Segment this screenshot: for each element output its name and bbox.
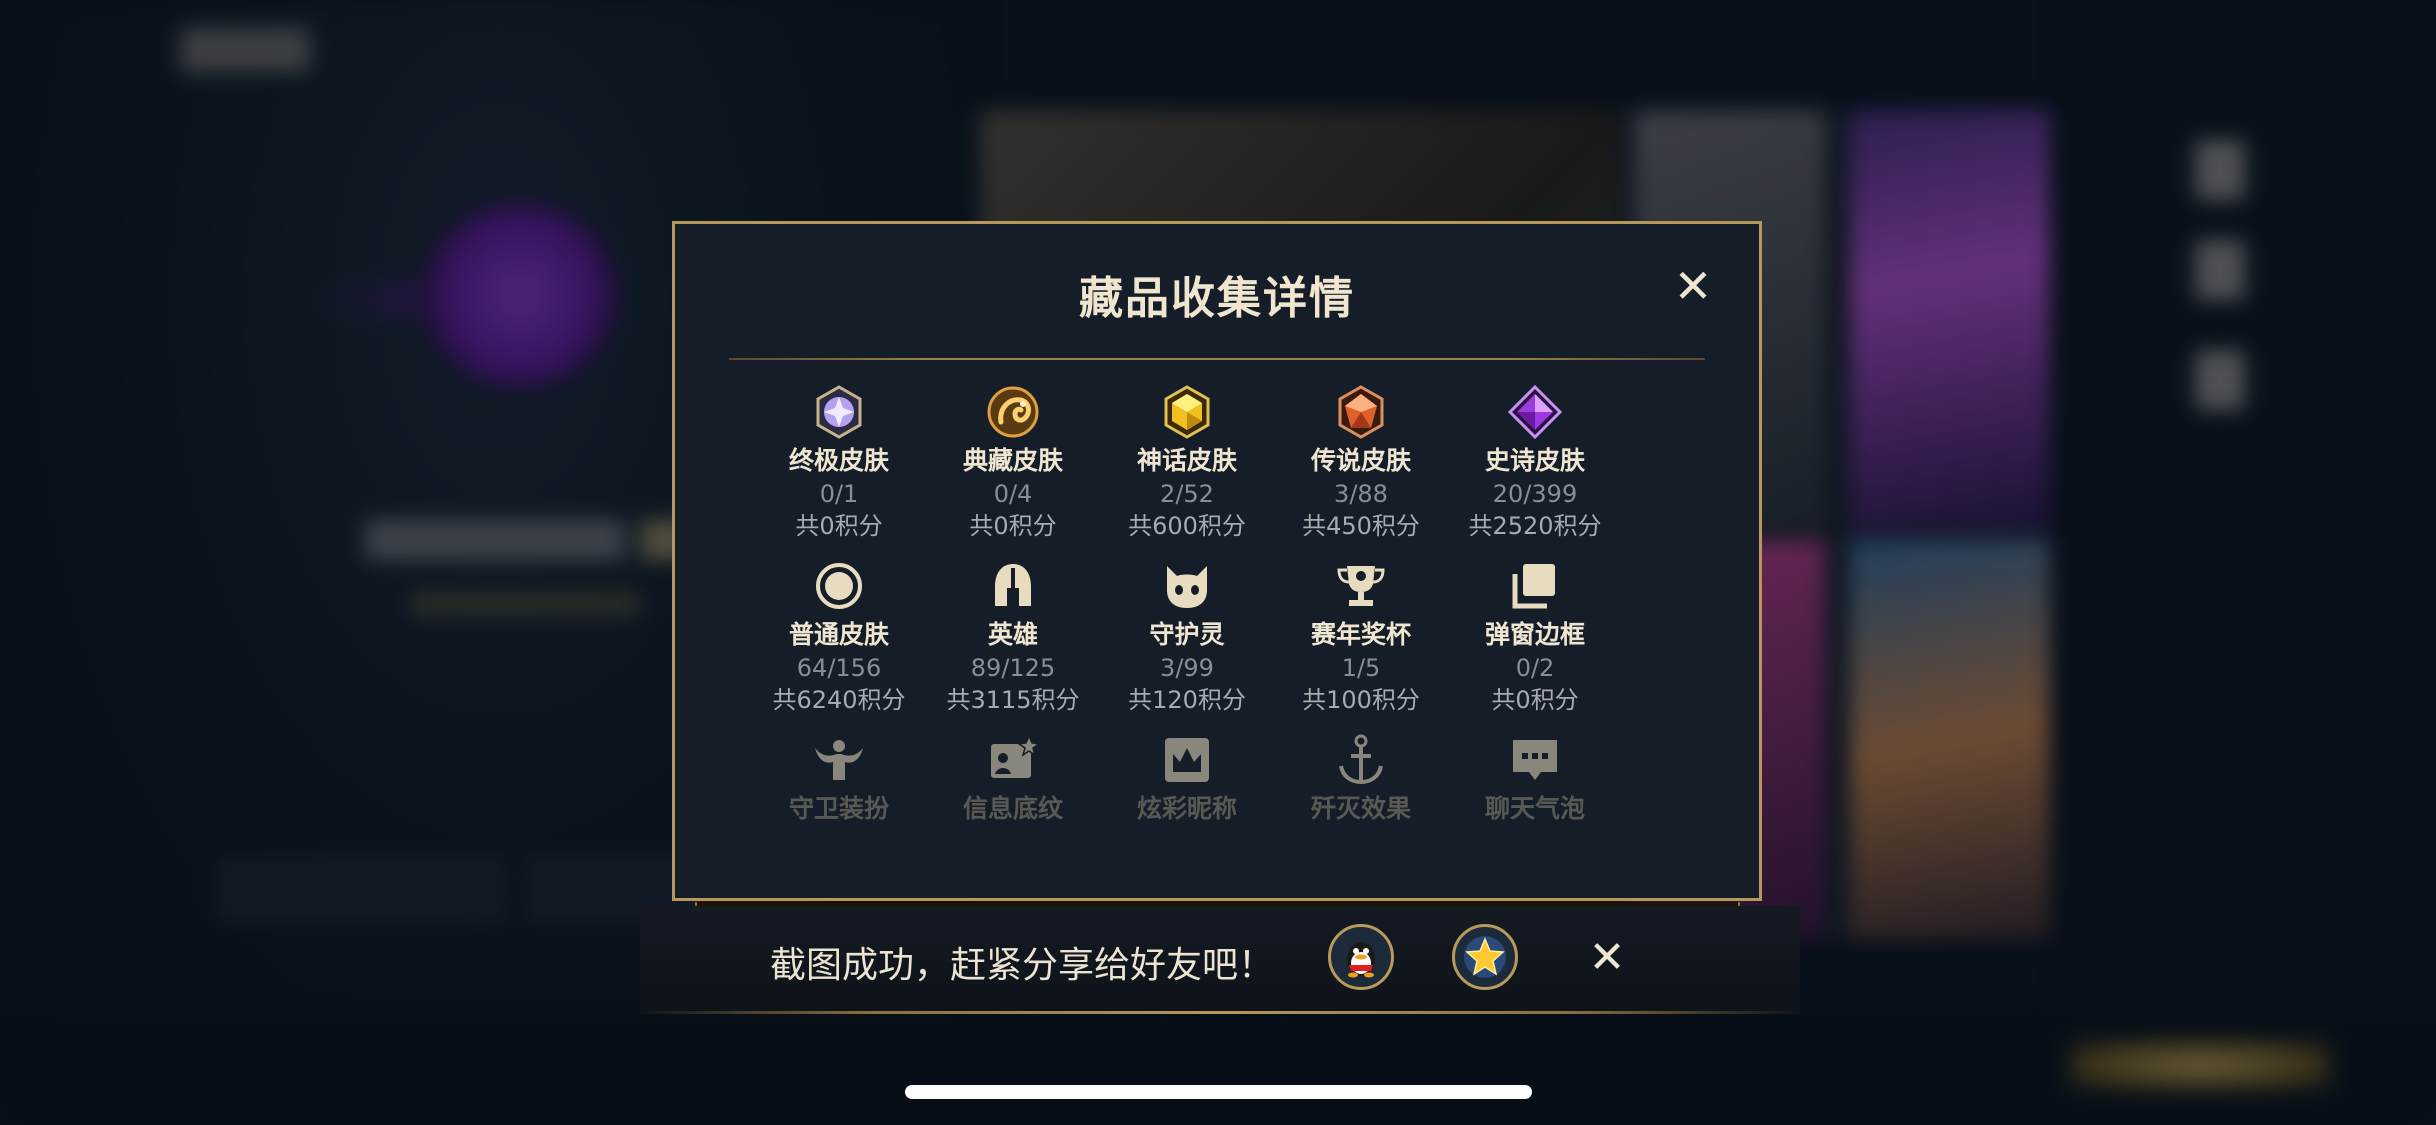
category-name: 典藏皮肤 (962, 446, 1063, 475)
category-count: 89/125 (970, 654, 1056, 682)
category-name: 炫彩昵称 (1136, 794, 1237, 823)
popup-frame-icon (1512, 564, 1555, 609)
mythic-skin-gem-icon (1164, 385, 1210, 439)
category-item[interactable]: 信息底纹 (917, 732, 1109, 826)
colorful-nickname-icon (1165, 738, 1209, 782)
category-item[interactable]: 普通皮肤 64/156 共6240积分 (743, 558, 935, 716)
share-close-button[interactable]: ✕ (1585, 936, 1629, 980)
category-name: 普通皮肤 (788, 620, 889, 649)
category-name: 歼灭效果 (1310, 794, 1411, 823)
category-count: 1/5 (1341, 654, 1381, 682)
category-name: 终极皮肤 (788, 446, 889, 475)
category-item[interactable]: 终极皮肤 0/1 共0积分 (743, 384, 935, 542)
title-divider (729, 358, 1705, 360)
close-icon: ✕ (1673, 259, 1713, 313)
category-item[interactable]: 守护灵 3/99 共120积分 (1091, 558, 1283, 716)
category-count: 3/99 (1160, 654, 1214, 682)
season-trophy-icon (1337, 566, 1385, 606)
qq-share-button[interactable] (1328, 924, 1394, 990)
normal-skin-circle-icon (816, 563, 862, 609)
category-name: 守卫装扮 (788, 794, 889, 823)
category-name: 聊天气泡 (1484, 794, 1585, 823)
category-points: 共3115积分 (946, 686, 1080, 714)
modal-close-button[interactable]: ✕ (1671, 263, 1715, 309)
category-item[interactable]: 守卫装扮 (743, 732, 935, 826)
category-name: 史诗皮肤 (1484, 446, 1585, 475)
category-name: 神话皮肤 (1136, 446, 1237, 475)
scroll-fade (675, 828, 1759, 898)
category-points: 共600积分 (1128, 512, 1246, 540)
category-count: 2/52 (1160, 480, 1214, 508)
category-item[interactable]: 炫彩昵称 (1091, 732, 1283, 826)
category-name: 赛年奖杯 (1310, 620, 1411, 649)
hero-helmet-icon (995, 564, 1031, 606)
category-item[interactable]: 典藏皮肤 0/4 共0积分 (917, 384, 1109, 542)
category-points: 共0积分 (1491, 686, 1579, 714)
star-share-icon (1464, 936, 1506, 978)
ultimate-skin-gem-icon (816, 385, 862, 439)
category-name: 守护灵 (1149, 620, 1225, 649)
category-count: 20/399 (1492, 480, 1578, 508)
category-name: 英雄 (987, 620, 1038, 649)
collection-skin-dragon-icon (987, 386, 1039, 438)
category-count: 0/4 (993, 480, 1033, 508)
epic-skin-gem-icon (1507, 384, 1563, 440)
annihilation-effect-icon (1339, 734, 1383, 785)
info-background-icon (991, 734, 1041, 778)
category-points: 共450积分 (1302, 512, 1420, 540)
home-indicator[interactable] (905, 1085, 1532, 1099)
category-count: 0/1 (819, 480, 859, 508)
category-name: 传说皮肤 (1310, 446, 1411, 475)
qq-share-icon (1347, 942, 1375, 978)
share-message: 截图成功，赶紧分享给好友吧！ (770, 945, 1275, 986)
category-points: 共0积分 (795, 512, 883, 540)
category-item[interactable]: 英雄 89/125 共3115积分 (917, 558, 1109, 716)
close-icon: ✕ (1588, 932, 1626, 983)
category-item[interactable]: 歼灭效果 (1265, 732, 1457, 826)
collection-details-modal: 藏品收集详情 ✕ 终极皮肤 0/1 共0积分 典藏皮肤 0/4 共0积分 神话皮… (672, 221, 1762, 901)
favorite-share-button[interactable] (1452, 924, 1518, 990)
share-toast-bar: 截图成功，赶紧分享给好友吧！ ✕ (640, 906, 1800, 1014)
chat-bubble-icon (1513, 740, 1557, 780)
category-points: 共0积分 (969, 512, 1057, 540)
category-count: 0/2 (1515, 654, 1555, 682)
category-item[interactable]: 传说皮肤 3/88 共450积分 (1265, 384, 1457, 542)
category-name: 信息底纹 (962, 794, 1063, 823)
category-points: 共6240积分 (772, 686, 906, 714)
category-item[interactable]: 弹窗边框 0/2 共0积分 (1439, 558, 1631, 716)
category-points: 共2520积分 (1468, 512, 1602, 540)
category-item[interactable]: 神话皮肤 2/52 共600积分 (1091, 384, 1283, 542)
category-item[interactable]: 聊天气泡 (1439, 732, 1631, 826)
guardian-spirit-icon (1167, 566, 1207, 608)
category-points: 共100积分 (1302, 686, 1420, 714)
modal-title: 藏品收集详情 (1079, 273, 1355, 324)
category-count: 64/156 (796, 654, 882, 682)
category-item[interactable]: 史诗皮肤 20/399 共2520积分 (1439, 384, 1631, 542)
guard-outfit-icon (815, 740, 863, 780)
share-bar-gold-line (640, 1011, 1800, 1014)
category-points: 共120积分 (1128, 686, 1246, 714)
legendary-skin-gem-icon (1338, 385, 1384, 439)
category-item[interactable]: 赛年奖杯 1/5 共100积分 (1265, 558, 1457, 716)
category-count: 3/88 (1334, 480, 1388, 508)
category-name: 弹窗边框 (1484, 620, 1585, 649)
